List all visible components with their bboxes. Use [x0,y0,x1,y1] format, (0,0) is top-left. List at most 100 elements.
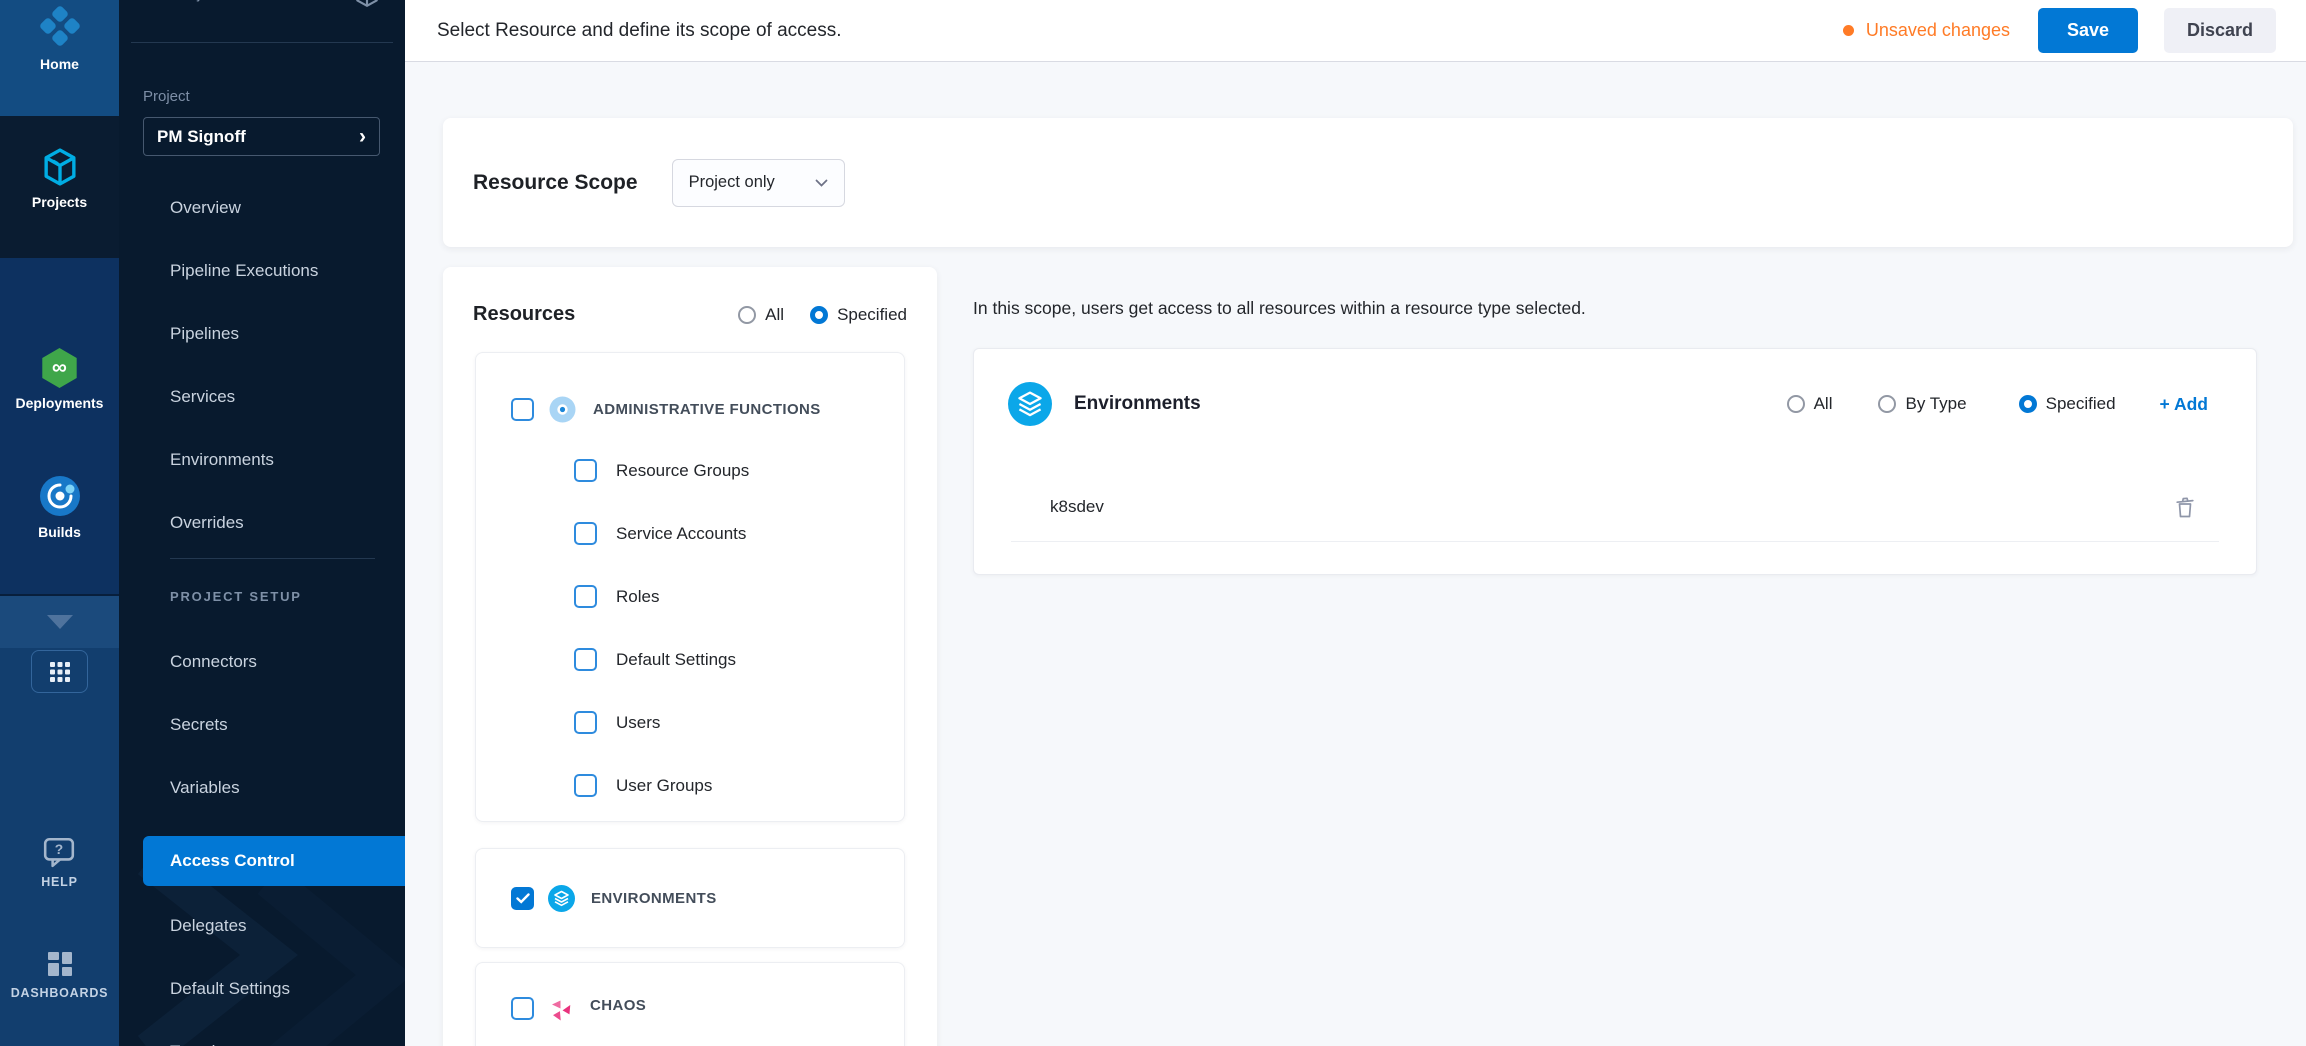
environments-group: ENVIRONMENTS [475,848,905,948]
cube-icon [41,147,79,187]
delete-environment-button[interactable] [2174,496,2196,519]
unsaved-changes-label: Unsaved changes [1866,20,2010,41]
chaos-group-label: CHAOS [590,997,646,1014]
user-groups-checkbox[interactable] [574,774,597,797]
environments-mode-radios: All By Type Specified + Add [1787,394,2208,415]
sidebar-item-connectors[interactable]: Connectors [119,630,405,693]
environments-icon [1008,382,1052,426]
sidebar-item-templates[interactable]: Templates [119,1020,405,1046]
default-settings-checkbox[interactable] [574,648,597,671]
radio-env-all[interactable] [1787,395,1805,413]
rail-item-home[interactable]: Home [0,0,119,116]
sidebar-item-services[interactable]: Services [119,365,405,428]
project-field-label: Project [143,88,190,105]
scope-selector-label: All Projects [150,0,230,3]
page-subtitle: Select Resource and define its scope of … [437,20,842,42]
sidebar-item-environments[interactable]: Environments [119,428,405,491]
sidebar-item-overrides[interactable]: Overrides [119,491,405,554]
resource-scope-value: Project only [689,173,775,192]
radio-env-specified[interactable] [2019,395,2037,413]
user-groups-label: User Groups [616,776,712,796]
scope-description: In this scope, users get access to all r… [973,298,1586,319]
rail-label-dashboards: DASHBOARDS [11,986,109,1000]
rail-label-projects: Projects [32,194,87,210]
service-accounts-checkbox[interactable] [574,522,597,545]
sidebar-item-access-control[interactable]: Access Control [143,836,405,886]
sidebar-item-pipeline-executions[interactable]: Pipeline Executions [119,239,405,302]
environment-row: k8sdev [974,483,2256,531]
sidebar-item-variables[interactable]: Variables [119,756,405,819]
roles-checkbox[interactable] [574,585,597,608]
resources-header: Resources All Specified [443,267,937,362]
radio-all-label: All [765,305,784,325]
home-icon [37,3,83,49]
sidebar-item-delegates[interactable]: Delegates [119,894,405,957]
environments-checkbox[interactable] [511,887,534,910]
radio-env-by-type-label: By Type [1905,394,1966,414]
dashboards-icon [45,949,75,979]
rail-item-help[interactable]: ? HELP [41,836,78,889]
radio-specified[interactable] [810,306,828,324]
admin-functions-checkbox[interactable] [511,398,534,421]
resource-groups-label: Resource Groups [616,461,749,481]
resource-scope-dropdown[interactable]: Project only [672,159,845,207]
radio-env-specified-label: Specified [2046,394,2116,414]
project-selector[interactable]: PM Signoff › [143,117,380,156]
svg-text:?: ? [55,841,63,857]
main-area: Select Resource and define its scope of … [405,0,2306,1046]
radio-all[interactable] [738,306,756,324]
default-settings-label: Default Settings [616,650,736,670]
rail-collapse-toggle[interactable] [0,596,119,648]
save-button[interactable]: Save [2038,8,2138,53]
rail-label-home: Home [40,56,79,72]
resource-type-row: Default Settings [476,628,904,691]
resource-type-row: Roles [476,565,904,628]
sidebar-item-pipelines[interactable]: Pipelines [119,302,405,365]
add-environment-link[interactable]: + Add [2160,394,2208,415]
rail-item-deployments[interactable]: ∞ Deployments [16,348,104,411]
project-setup-heading: PROJECT SETUP [119,563,405,630]
apps-grid-icon [47,659,73,685]
radio-env-all-label: All [1814,394,1833,414]
admin-functions-label: ADMINISTRATIVE FUNCTIONS [593,401,821,418]
rail-section-modules: ∞ Deployments Builds [0,258,119,596]
chaos-checkbox[interactable] [511,997,534,1020]
resources-title: Resources [473,303,575,326]
environments-detail-card: Environments All By Type Specified + Add [973,348,2257,575]
admin-functions-icon [549,396,576,423]
builds-icon [39,475,81,517]
sidebar-menu: Overview Pipeline Executions Pipelines S… [119,176,405,1046]
radio-env-specified-group: Specified [2019,394,2116,414]
sidebar-item-secrets[interactable]: Secrets [119,693,405,756]
roles-label: Roles [616,587,659,607]
rail-item-builds[interactable]: Builds [38,475,81,540]
rail-item-projects[interactable]: Projects [0,116,119,258]
project-sidebar: All Projects Project PM Signoff › Overvi… [119,0,405,1046]
radio-env-by-type[interactable] [1878,395,1896,413]
resource-type-row: Service Accounts [476,502,904,565]
users-label: Users [616,713,660,733]
cube-icon [354,0,380,8]
service-accounts-label: Service Accounts [616,524,746,544]
chaos-icon [548,997,574,1023]
topbar: Select Resource and define its scope of … [405,0,2306,62]
resource-type-row: Users [476,691,904,754]
trash-icon [2174,496,2196,519]
rail-item-dashboards[interactable]: DASHBOARDS [11,949,109,1000]
divider [131,42,393,43]
module-picker-button[interactable] [31,650,88,693]
users-checkbox[interactable] [574,711,597,734]
discard-button[interactable]: Discard [2164,8,2276,53]
sidebar-item-overview[interactable]: Overview [119,176,405,239]
sidebar-item-default-settings[interactable]: Default Settings [119,957,405,1020]
environments-card-title: Environments [1074,393,1201,415]
scope-selector-clipped[interactable]: All Projects [150,0,380,8]
resource-groups-checkbox[interactable] [574,459,597,482]
module-rail: Home Projects ∞ Deployments Builds [0,0,119,1046]
unsaved-dot-icon [1843,25,1854,36]
chevron-down-icon [47,615,73,629]
radio-env-by-type-group: By Type [1878,394,1966,414]
resource-type-row: User Groups [476,754,904,817]
resources-panel: Resources All Specified [443,267,937,1046]
environments-group-label: ENVIRONMENTS [591,890,717,907]
